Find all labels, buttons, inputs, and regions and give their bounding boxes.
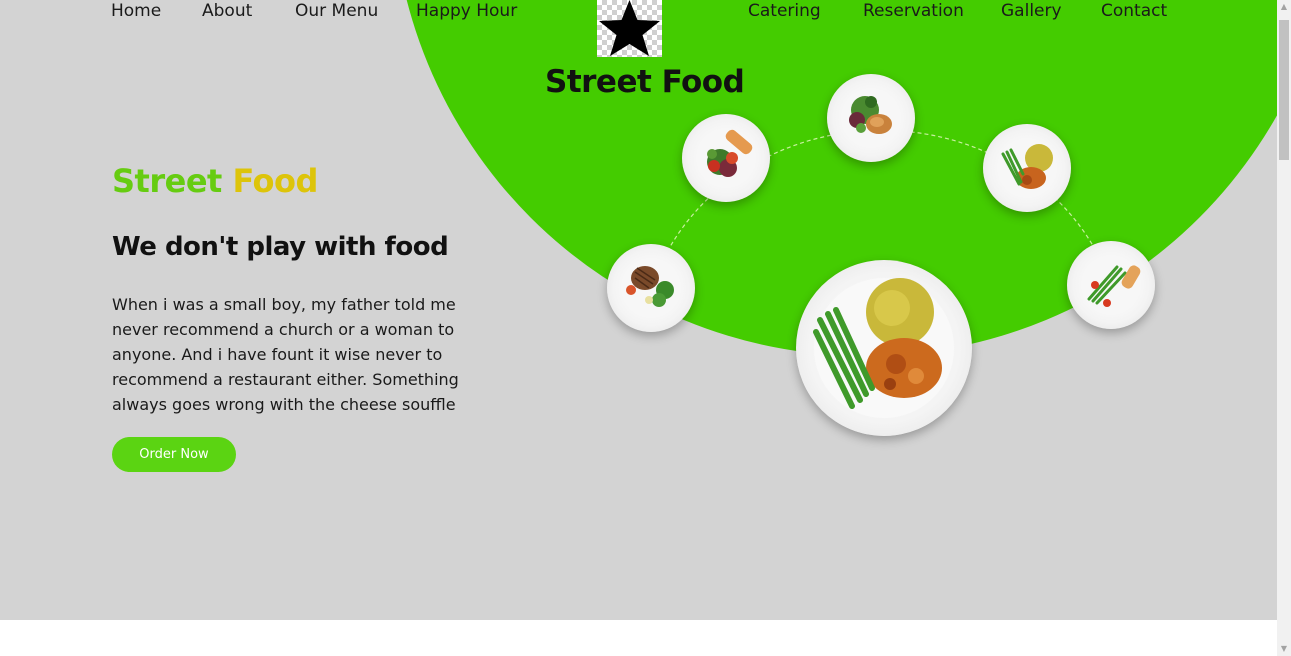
hero-tagline: We don't play with food [112, 232, 449, 262]
nav-reservation[interactable]: Reservation [863, 1, 964, 21]
star-icon [599, 0, 660, 56]
hero-description: When i was a small boy, my father told m… [112, 295, 459, 414]
nav-catering[interactable]: Catering [748, 1, 821, 21]
nav-gallery[interactable]: Gallery [1001, 1, 1062, 21]
hero-section: Home About Our Menu Happy Hour Catering … [0, 0, 1277, 620]
vertical-scrollbar[interactable]: ▲ ▼ [1277, 0, 1291, 656]
hero-title-word1: Street [112, 162, 222, 200]
nav-our-menu[interactable]: Our Menu [295, 1, 378, 21]
chicken-salad-plate [827, 74, 915, 162]
scroll-down-arrow-icon[interactable]: ▼ [1277, 642, 1291, 656]
beans-curry-rice-plate [983, 124, 1071, 212]
nav-happy-hour[interactable]: Happy Hour [416, 1, 517, 21]
salmon-salad-plate [682, 114, 770, 202]
order-now-button[interactable]: Order Now [112, 437, 236, 472]
hero-title: Street Food [112, 162, 318, 200]
hero-title-word2: Food [232, 162, 318, 200]
nav-about[interactable]: About [202, 1, 252, 21]
steak-broccoli-plate [607, 244, 695, 332]
nav-home[interactable]: Home [111, 1, 161, 21]
nav-contact[interactable]: Contact [1101, 1, 1167, 21]
featured-curry-plate [796, 260, 972, 436]
scroll-up-arrow-icon[interactable]: ▲ [1277, 0, 1291, 14]
brand-heading: Street Food [545, 64, 745, 100]
logo[interactable] [597, 0, 662, 57]
asparagus-fish-plate [1067, 241, 1155, 329]
scrollbar-thumb[interactable] [1279, 20, 1289, 160]
